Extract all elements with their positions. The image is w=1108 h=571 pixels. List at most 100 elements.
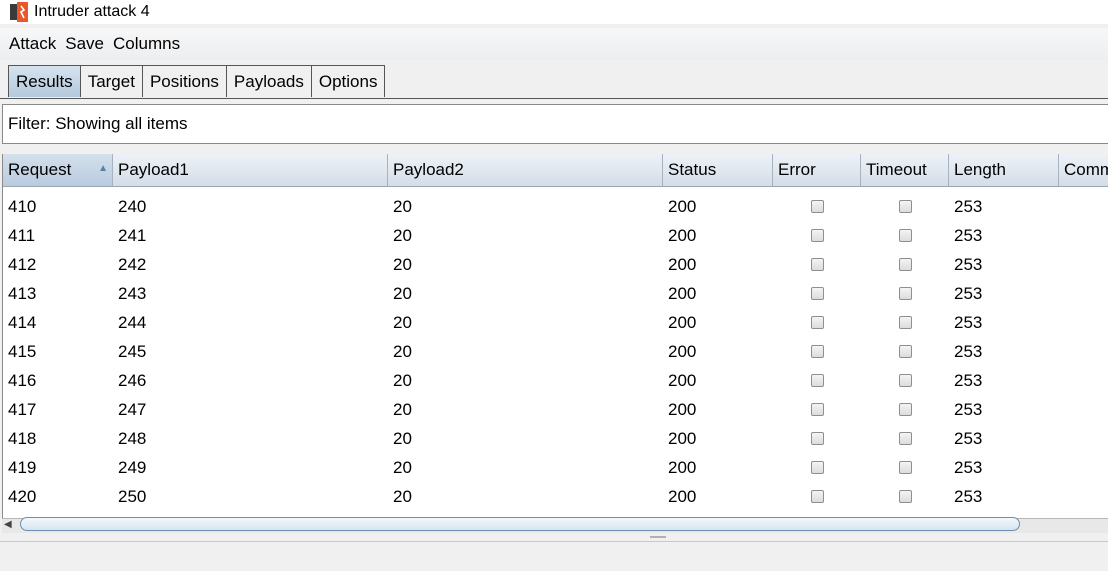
table-row[interactable]: 413 243 20 200 253 — [3, 279, 1108, 308]
tab-payloads[interactable]: Payloads — [226, 65, 312, 97]
timeout-cell — [861, 287, 949, 300]
payload1-cell: 240 — [118, 196, 147, 216]
timeout-cell — [861, 345, 949, 358]
filter-bar[interactable]: Filter: Showing all items — [2, 104, 1108, 144]
splitter-grip-icon[interactable] — [650, 536, 666, 538]
column-header-payload2[interactable]: Payload2 — [388, 154, 663, 186]
table-row[interactable]: 420 250 20 200 253 — [3, 482, 1108, 511]
scroll-left-arrow-icon[interactable]: ◀ — [4, 519, 12, 530]
payload1-cell: 247 — [118, 399, 147, 419]
payload2-cell: 20 — [393, 428, 412, 448]
timeout-checkbox — [898, 316, 912, 329]
tab-target[interactable]: Target — [80, 65, 143, 97]
status-cell: 200 — [668, 341, 697, 361]
payload1-cell: 248 — [118, 428, 147, 448]
error-cell — [773, 200, 861, 213]
timeout-cell — [861, 374, 949, 387]
timeout-cell — [861, 432, 949, 445]
payload2-cell: 20 — [393, 254, 412, 274]
table-row[interactable]: 416 246 20 200 253 — [3, 366, 1108, 395]
scrollbar-thumb[interactable] — [20, 517, 1020, 531]
length-cell: 253 — [954, 283, 983, 303]
status-cell: 200 — [668, 283, 697, 303]
timeout-cell — [861, 490, 949, 503]
column-header-error[interactable]: Error — [773, 154, 861, 186]
length-cell: 253 — [954, 196, 983, 216]
payload2-cell: 20 — [393, 283, 412, 303]
table-row[interactable]: 412 242 20 200 253 — [3, 250, 1108, 279]
column-header-comment[interactable]: Comm — [1059, 154, 1108, 186]
error-checkbox — [810, 374, 824, 387]
payload1-cell: 243 — [118, 283, 147, 303]
menu-attack[interactable]: Attack — [9, 34, 56, 54]
payload1-cell: 244 — [118, 312, 147, 332]
error-cell — [773, 403, 861, 416]
tab-positions[interactable]: Positions — [142, 65, 227, 97]
payload2-cell: 20 — [393, 341, 412, 361]
request-cell: 413 — [8, 283, 37, 303]
length-cell: 253 — [954, 486, 983, 506]
length-cell: 253 — [954, 399, 983, 419]
table-row[interactable]: 411 241 20 200 253 — [3, 221, 1108, 250]
tab-results[interactable]: Results — [8, 65, 81, 97]
status-cell: 200 — [668, 428, 697, 448]
error-checkbox — [810, 287, 824, 300]
payload2-cell: 20 — [393, 196, 412, 216]
length-cell: 253 — [954, 225, 983, 245]
column-header-request[interactable]: Request ▲ — [3, 154, 113, 186]
request-cell: 410 — [8, 196, 37, 216]
table-row[interactable]: 417 247 20 200 253 — [3, 395, 1108, 424]
menu-columns[interactable]: Columns — [113, 34, 180, 54]
request-cell: 411 — [8, 225, 36, 245]
status-cell: 200 — [668, 312, 697, 332]
length-cell: 253 — [954, 370, 983, 390]
menu-save[interactable]: Save — [65, 34, 104, 54]
column-header-label: Request — [8, 160, 72, 179]
timeout-checkbox — [898, 229, 912, 242]
status-cell: 200 — [668, 457, 697, 477]
status-cell: 200 — [668, 486, 697, 506]
error-cell — [773, 258, 861, 271]
timeout-cell — [861, 229, 949, 242]
table-header: Request ▲ Payload1 Payload2 Status Error… — [3, 154, 1108, 187]
burp-app-icon — [10, 2, 28, 22]
status-cell: 200 — [668, 225, 697, 245]
timeout-cell — [861, 200, 949, 213]
sort-ascending-icon: ▲ — [98, 163, 108, 174]
length-cell: 253 — [954, 457, 983, 477]
payload1-cell: 245 — [118, 341, 147, 361]
payload2-cell: 20 — [393, 457, 412, 477]
request-cell: 414 — [8, 312, 37, 332]
table-row[interactable]: 415 245 20 200 253 — [3, 337, 1108, 366]
window-title: Intruder attack 4 — [34, 3, 150, 20]
column-header-payload1[interactable]: Payload1 — [113, 154, 388, 186]
timeout-checkbox — [898, 345, 912, 358]
column-header-length[interactable]: Length — [949, 154, 1059, 186]
payload2-cell: 20 — [393, 225, 412, 245]
table-row[interactable]: 419 249 20 200 253 — [3, 453, 1108, 482]
payload1-cell: 241 — [118, 225, 147, 245]
error-cell — [773, 374, 861, 387]
table-row[interactable]: 414 244 20 200 253 — [3, 308, 1108, 337]
error-cell — [773, 229, 861, 242]
error-checkbox — [810, 345, 824, 358]
results-table: Request ▲ Payload1 Payload2 Status Error… — [2, 154, 1108, 518]
timeout-cell — [861, 316, 949, 329]
column-header-timeout[interactable]: Timeout — [861, 154, 949, 186]
horizontal-scrollbar[interactable]: ◀ — [2, 517, 1108, 533]
timeout-checkbox — [898, 258, 912, 271]
title-bar: Intruder attack 4 — [0, 0, 1108, 24]
request-cell: 420 — [8, 486, 37, 506]
table-row[interactable]: 418 248 20 200 253 — [3, 424, 1108, 453]
request-cell: 418 — [8, 428, 37, 448]
error-checkbox — [810, 258, 824, 271]
tab-options[interactable]: Options — [311, 65, 386, 97]
error-cell — [773, 432, 861, 445]
timeout-checkbox — [898, 490, 912, 503]
payload1-cell: 246 — [118, 370, 147, 390]
timeout-cell — [861, 461, 949, 474]
table-row[interactable]: 410 240 20 200 253 — [3, 192, 1108, 221]
column-header-status[interactable]: Status — [663, 154, 773, 186]
error-checkbox — [810, 403, 824, 416]
pane-splitter[interactable] — [0, 533, 1108, 542]
